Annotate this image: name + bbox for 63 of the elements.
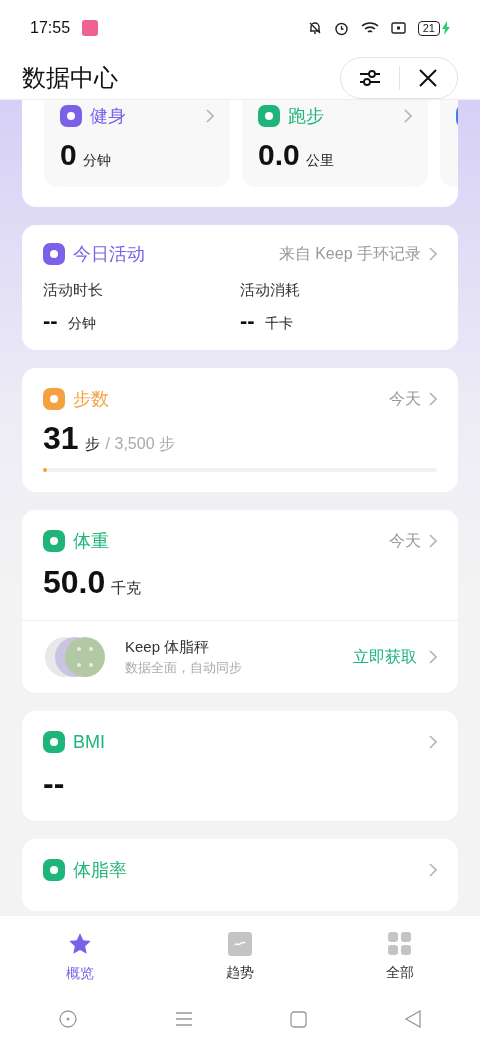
promo-subtitle: 数据全面，自动同步 <box>125 659 243 677</box>
card-title: BMI <box>73 730 106 753</box>
nav-tab[interactable]: 趋势 <box>160 931 320 983</box>
steps-card[interactable]: 步数 今天 31 步 / 3,500 步 <box>22 367 458 492</box>
chevron-icon <box>206 109 214 123</box>
summary-tile[interactable]: 健身 0 分钟 <box>44 100 230 187</box>
grid-icon <box>388 931 412 956</box>
stat-unit: 分钟 <box>67 313 96 333</box>
metric-value: -- <box>43 766 65 799</box>
chevron-icon <box>429 734 437 749</box>
stat-label: 活动时长 <box>43 280 104 300</box>
status-time: 17:55 <box>30 18 71 38</box>
chevron-icon <box>429 247 437 261</box>
tile-unit: 公里 <box>305 151 334 170</box>
metric-unit: 千克 <box>111 577 142 598</box>
tile-value: 0 <box>60 140 77 170</box>
promo-title: Keep 体脂秤 <box>125 636 211 657</box>
metric-card[interactable]: 体重 今天 50.0 千克 Keep 体脂秤 数据全面，自动同步 立即获取 <box>22 509 458 693</box>
chevron-icon <box>429 533 437 548</box>
screen-icon <box>390 22 406 34</box>
trend-icon <box>228 931 252 956</box>
menu-icon[interactable] <box>174 1011 193 1027</box>
battery-level: 21 <box>417 20 440 36</box>
app-notification-icon <box>82 20 99 36</box>
stat-label: 活动消耗 <box>240 280 301 300</box>
steps-unit: 步 <box>84 433 100 454</box>
nav-tab[interactable]: 概览 <box>0 930 160 984</box>
wifi-icon <box>360 21 379 35</box>
page-title: 数据中心 <box>22 62 119 93</box>
tile-title: 跑步 <box>288 104 325 128</box>
card-meta: 今天 <box>389 388 421 409</box>
tile-unit: 分钟 <box>82 151 111 170</box>
metric-card[interactable]: BMI -- <box>22 710 458 821</box>
card-title: 步数 <box>73 387 110 410</box>
close-icon <box>419 68 438 87</box>
metric-value: 50.0 <box>43 565 106 598</box>
stat-value: -- <box>240 309 255 332</box>
card-meta: 来自 Keep 手环记录 <box>278 244 421 264</box>
tile-title: 健身 <box>90 104 127 128</box>
scale-drawing <box>43 634 105 679</box>
card-title: 体脂率 <box>73 858 128 881</box>
nav-tab[interactable]: 全部 <box>320 931 480 983</box>
sliders-icon <box>358 67 381 88</box>
back-icon[interactable] <box>405 1010 422 1028</box>
home-icon[interactable] <box>290 1010 308 1028</box>
summary-tile[interactable]: 跑步 0.0 公里 <box>242 100 428 187</box>
tile-value: 0.0 <box>258 140 300 170</box>
steps-value: 31 <box>43 421 79 454</box>
stat-unit: 千卡 <box>264 313 293 333</box>
card-title: 体重 <box>73 529 110 552</box>
chevron-icon <box>429 862 437 877</box>
chevron-icon <box>404 109 412 123</box>
alarm-icon <box>333 20 349 36</box>
card-title: 今日活动 <box>73 243 146 265</box>
bell-off-icon <box>307 21 322 35</box>
charging-icon <box>442 21 450 35</box>
stat-value: -- <box>43 309 58 332</box>
card-meta: 今天 <box>389 530 421 551</box>
chevron-icon <box>429 391 437 406</box>
activity-card[interactable]: 今日活动 来自 Keep 手环记录 活动时长 -- 分钟 活动消耗 -- 千卡 <box>22 225 458 350</box>
chevron-icon <box>429 649 437 664</box>
assistant-icon[interactable] <box>58 1010 77 1028</box>
steps-goal: / 3,500 步 <box>105 433 175 454</box>
